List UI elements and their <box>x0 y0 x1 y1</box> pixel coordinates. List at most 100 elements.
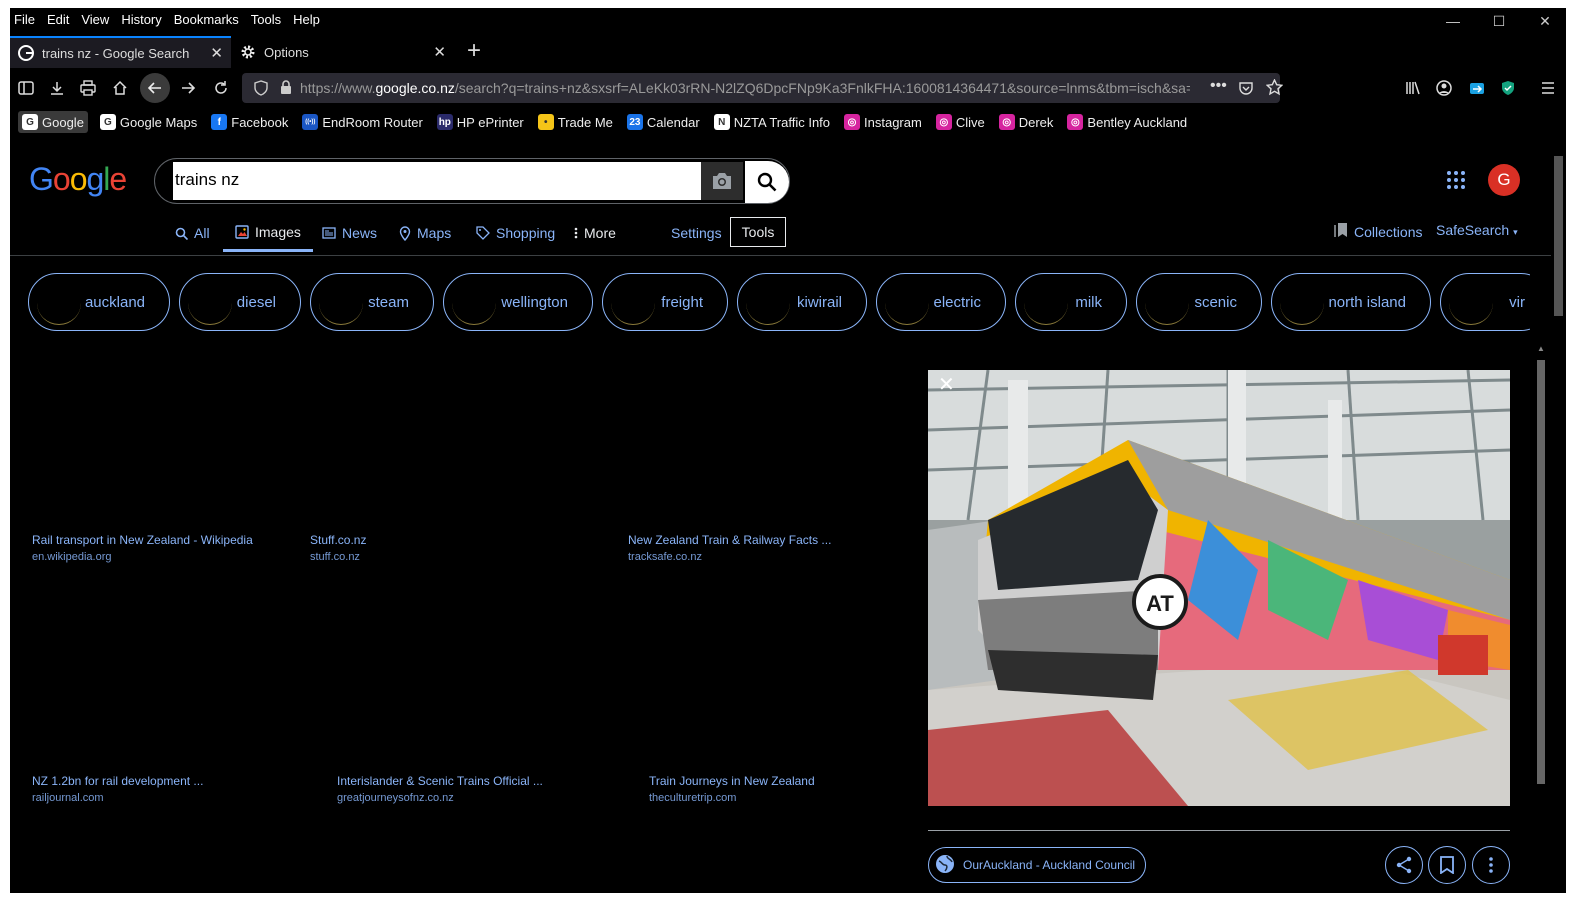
forward-button[interactable] <box>174 74 202 102</box>
scrollbar-thumb[interactable] <box>1554 156 1563 316</box>
chip-north-island[interactable]: north island <box>1271 273 1431 331</box>
chip-milk[interactable]: milk <box>1015 273 1127 331</box>
result-item[interactable]: Rail transport in New Zealand - Wikipedi… <box>32 533 253 563</box>
bookmark-hp-eprinter[interactable]: hp HP ePrinter <box>435 111 526 133</box>
shield-icon[interactable] <box>254 80 268 99</box>
result-item[interactable]: Train Journeys in New Zealand theculture… <box>649 774 815 804</box>
home-icon[interactable] <box>106 74 134 102</box>
bookmark-google[interactable]: G Google <box>18 111 88 133</box>
result-title[interactable]: Rail transport in New Zealand - Wikipedi… <box>32 533 253 547</box>
bookmark-derek[interactable]: ◎ Derek <box>997 111 1056 133</box>
google-logo[interactable]: Google <box>29 161 127 198</box>
bookmark-endroom-router[interactable]: ((•)) EndRoom Router <box>300 111 424 133</box>
minimize-button[interactable]: — <box>1430 8 1476 34</box>
menu-tools[interactable]: Tools <box>247 12 285 27</box>
search-input[interactable]: trains nz <box>173 162 701 200</box>
bookmark-google-maps[interactable]: G Google Maps <box>98 111 199 133</box>
safesearch-dropdown[interactable]: SafeSearch ▾ <box>1436 222 1518 238</box>
search-button[interactable] <box>745 161 789 203</box>
tab-maps[interactable]: Maps <box>399 214 451 252</box>
result-title[interactable]: NZ 1.2bn for rail development ... <box>32 774 203 788</box>
close-icon[interactable]: ✕ <box>938 372 955 397</box>
new-tab-button[interactable]: + <box>462 36 486 68</box>
url-text[interactable]: https://www.google.co.nz/search?q=trains… <box>300 80 1190 96</box>
chip-scenic[interactable]: scenic <box>1136 273 1262 331</box>
preview-scrollbar[interactable]: ▲ <box>1534 344 1548 893</box>
source-link[interactable]: OurAuckland - Auckland Council <box>928 847 1147 883</box>
result-item[interactable]: New Zealand Train & Railway Facts ... tr… <box>628 533 831 563</box>
result-title[interactable]: Stuff.co.nz <box>310 533 366 547</box>
close-tab-icon[interactable]: ✕ <box>210 44 223 62</box>
tab-options[interactable]: Options ✕ <box>232 36 454 68</box>
chip-auckland[interactable]: auckland <box>28 273 170 331</box>
tab-shopping[interactable]: Shopping <box>476 214 555 252</box>
menu-file[interactable]: File <box>10 12 39 27</box>
result-title[interactable]: Train Journeys in New Zealand <box>649 774 815 788</box>
tab-all[interactable]: All <box>175 214 210 252</box>
maximize-button[interactable]: ☐ <box>1476 8 1522 34</box>
save-button[interactable] <box>1428 846 1466 884</box>
menu-edit[interactable]: Edit <box>43 12 73 27</box>
url-bar[interactable]: https://www.google.co.nz/search?q=trains… <box>242 73 1284 103</box>
camera-icon[interactable] <box>701 162 743 200</box>
page-scrollbar[interactable] <box>1551 136 1566 893</box>
settings-link[interactable]: Settings <box>671 214 722 252</box>
star-icon[interactable] <box>1265 78 1284 99</box>
result-item[interactable]: Stuff.co.nz stuff.co.nz <box>310 533 366 563</box>
bookmark-trade-me[interactable]: • Trade Me <box>536 111 615 133</box>
result-item[interactable]: NZ 1.2bn for rail development ... railjo… <box>32 774 203 804</box>
chip-steam[interactable]: steam <box>310 273 434 331</box>
account-icon[interactable] <box>1430 74 1458 102</box>
chip-wellington[interactable]: wellington <box>443 273 593 331</box>
menu-help[interactable]: Help <box>289 12 324 27</box>
collections-link[interactable]: Collections <box>1334 222 1422 241</box>
bookmark-nzta-traffic-info[interactable]: N NZTA Traffic Info <box>712 111 832 133</box>
chip-electric[interactable]: electric <box>876 273 1006 331</box>
result-site[interactable]: greatjourneysofnz.co.nz <box>337 792 543 804</box>
scrollbar-thumb[interactable] <box>1537 360 1545 784</box>
scroll-up-icon[interactable]: ▲ <box>1537 344 1545 353</box>
result-site[interactable]: theculturetrip.com <box>649 792 815 804</box>
result-title[interactable]: Interislander & Scenic Trains Official .… <box>337 774 543 788</box>
result-site[interactable]: tracksafe.co.nz <box>628 551 831 563</box>
back-button[interactable] <box>140 73 170 103</box>
apps-grid-icon[interactable] <box>1446 170 1466 190</box>
menu-bookmarks[interactable]: Bookmarks <box>170 12 243 27</box>
page-actions-icon[interactable]: ••• <box>1210 77 1227 95</box>
close-tab-icon[interactable]: ✕ <box>433 43 446 61</box>
more-options-button[interactable] <box>1472 846 1510 884</box>
menu-history[interactable]: History <box>117 12 165 27</box>
chip-freight[interactable]: freight <box>602 273 728 331</box>
tab-more[interactable]: More <box>574 214 616 252</box>
close-window-button[interactable]: ✕ <box>1522 8 1566 34</box>
lock-icon[interactable] <box>280 80 292 98</box>
result-item[interactable]: Interislander & Scenic Trains Official .… <box>337 774 543 804</box>
result-title[interactable]: New Zealand Train & Railway Facts ... <box>628 533 831 547</box>
hamburger-menu-icon[interactable] <box>1534 74 1562 102</box>
result-site[interactable]: en.wikipedia.org <box>32 551 253 563</box>
result-site[interactable]: stuff.co.nz <box>310 551 366 563</box>
reload-button[interactable] <box>207 74 235 102</box>
library-icon[interactable] <box>1399 74 1427 102</box>
extension-icon[interactable] <box>1463 74 1491 102</box>
bookmark-clive[interactable]: ◎ Clive <box>934 111 987 133</box>
tab-images[interactable]: Images <box>223 214 313 252</box>
tab-google-search[interactable]: trains nz - Google Search ✕ <box>10 36 231 68</box>
download-icon[interactable] <box>43 74 71 102</box>
chip-diesel[interactable]: diesel <box>179 273 301 331</box>
sidebar-icon[interactable] <box>12 74 40 102</box>
preview-image[interactable]: AT <box>928 370 1510 806</box>
print-icon[interactable] <box>74 74 102 102</box>
bookmark-calendar[interactable]: 23 Calendar <box>625 111 702 133</box>
shield-extension-icon[interactable] <box>1494 74 1522 102</box>
bookmark-instagram[interactable]: ◎ Instagram <box>842 111 924 133</box>
result-site[interactable]: railjournal.com <box>32 792 203 804</box>
menu-view[interactable]: View <box>77 12 113 27</box>
chip-kiwirail[interactable]: kiwirail <box>737 273 867 331</box>
bookmark-facebook[interactable]: f Facebook <box>209 111 290 133</box>
tab-news[interactable]: News <box>322 214 377 252</box>
bookmark-bentley-auckland[interactable]: ◎ Bentley Auckland <box>1065 111 1189 133</box>
chip-vir[interactable]: vir <box>1440 273 1530 331</box>
avatar[interactable]: G <box>1488 164 1520 196</box>
tools-button[interactable]: Tools <box>730 217 786 247</box>
